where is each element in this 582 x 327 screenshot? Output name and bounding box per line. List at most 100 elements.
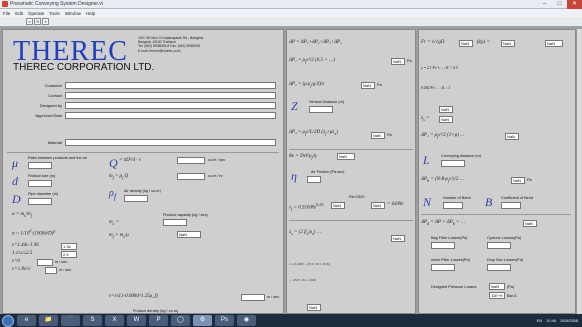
bag-filter-input[interactable] <box>431 242 455 249</box>
taskbar: e 📁 🎵 S X W P ◯ ⚙ Ps ◉ EN 10:46 26/8/255… <box>0 314 582 327</box>
vertical-scrollbar[interactable] <box>576 29 582 314</box>
run-icon[interactable]: ⇨ <box>26 18 33 25</box>
menu-tools[interactable]: Tools <box>49 11 60 16</box>
approved-date-input[interactable] <box>65 111 276 119</box>
B-symbol: B <box>485 195 493 209</box>
dp-bend-output: NaN <box>511 177 525 184</box>
mf-output: NaN <box>177 231 201 238</box>
vs-output <box>241 294 265 301</box>
word-icon[interactable]: W <box>127 315 146 326</box>
pa-unit-2: Pa <box>377 83 382 87</box>
menu-window[interactable]: Window <box>65 11 81 16</box>
air-density-input[interactable] <box>124 195 148 202</box>
dp1-output: NaN <box>391 58 405 65</box>
dp1-formula: ΔP₁ = ρfv²/2 (0.5 + …) <box>289 58 335 64</box>
beta-piecewise: γ = 2.1·Fr/√… ; K < 0.5 <box>421 66 458 70</box>
run-continuous-icon[interactable]: ⟲ <box>34 18 41 25</box>
company-address: 100 / 56 Moo 4 Kanjanapisek Rd., Bangkok… <box>138 36 278 53</box>
lambda-s-output: NaN <box>391 235 405 242</box>
powerpoint-icon[interactable]: P <box>149 315 168 326</box>
divider <box>289 220 413 221</box>
designed-by-label: Designed by <box>39 102 62 108</box>
labview-icon[interactable]: ⚙ <box>193 315 212 326</box>
air-volume-output <box>177 173 205 180</box>
dp-total-formula: ΔP = ΔP₁+ΔP₂+ΔP₃+ΔP₄ <box>289 40 342 45</box>
clock-time[interactable]: 10:46 <box>546 318 556 323</box>
bar-unit: Bar.G <box>507 294 517 298</box>
vertical-distance-input[interactable] <box>309 106 333 113</box>
vs-formula: ν=ε√(1-0.008d^1.25ρ_f) <box>109 294 158 299</box>
air-friction-input[interactable] <box>307 176 321 183</box>
pipe-diameter-label: Pipe diameter (m) <box>28 192 59 196</box>
pa-unit: Pa <box>407 59 412 63</box>
start-button[interactable] <box>2 314 14 327</box>
menu-help[interactable]: Help <box>86 11 95 16</box>
window-title: Pneumatic Conveying System Designer.vi <box>10 1 103 7</box>
drop-box-input[interactable] <box>487 264 511 271</box>
beta-output-2: NaN <box>545 40 563 47</box>
close-icon[interactable]: ✕ <box>567 0 582 9</box>
app-icon[interactable]: ◯ <box>171 315 190 326</box>
inline-filter-input[interactable] <box>431 264 455 271</box>
ratio-input[interactable] <box>28 162 52 169</box>
pipe-diameter-input[interactable] <box>28 198 52 205</box>
N-symbol: N <box>423 195 432 209</box>
designed-by-input[interactable] <box>65 101 276 109</box>
clock-date[interactable]: 26/8/2558 <box>560 318 578 323</box>
c1-output: 1.36 <box>61 243 77 250</box>
pa-label: (Pa) <box>507 285 515 289</box>
coefficient-bend-input[interactable] <box>501 202 521 209</box>
air-volume-unit: cu.m / hr <box>208 174 223 178</box>
lambda-s-eq: λs = <box>421 116 430 122</box>
title-bar: Pneumatic Conveying System Designer.vi –… <box>0 0 582 9</box>
menu-operate[interactable]: Operate <box>28 11 44 16</box>
photoshop-icon[interactable]: Ps <box>215 315 234 326</box>
contact-input[interactable] <box>65 91 276 99</box>
cyclone-input[interactable] <box>487 242 511 249</box>
left-panel: THEREC THEREC CORPORATION LTD. 100 / 56 … <box>2 29 284 325</box>
cyclone-label: Cyclone Losses(Pa) <box>487 236 521 240</box>
number-of-bend-input[interactable] <box>443 202 463 209</box>
vertical-distance-label: Vertical Distance (m) <box>309 100 345 104</box>
menu-bar: File Edit Operate Tools Window Help <box>0 9 582 17</box>
lambda-s-piecewise-2: … 45.6 ≤ K ≤ 2160 <box>289 278 316 282</box>
laminar-coeff: 64 <box>391 202 397 207</box>
eq-zero: ε=0 <box>12 259 20 264</box>
ie-icon[interactable]: e <box>17 315 36 326</box>
mf-formula: mf = ρf Q <box>109 174 129 180</box>
material-input[interactable] <box>65 138 276 146</box>
menu-edit[interactable]: Edit <box>15 11 23 16</box>
customer-input[interactable] <box>65 81 276 89</box>
dp-bend-formula: ΔPb = (N·B·ρfv²)/2 … <box>421 177 465 183</box>
maximize-icon[interactable]: □ <box>552 0 567 9</box>
address-line: E-mail: therec@loxinfo.co.th <box>138 48 181 53</box>
menu-file[interactable]: File <box>3 11 10 16</box>
toolbar: ⇨ ⟲ ⏸ <box>0 17 582 27</box>
minimize-icon[interactable]: – <box>537 0 552 9</box>
product-capacity-input[interactable] <box>163 219 187 226</box>
excel-icon[interactable]: X <box>105 315 124 326</box>
conveying-distance-input[interactable] <box>441 160 465 167</box>
pause-icon[interactable]: ⏸ <box>42 18 49 25</box>
air-velocity-unit: cu.m / sec <box>208 158 226 162</box>
folder-icon[interactable]: 📁 <box>39 315 58 326</box>
beta-piecewise-2: 0.082·Fr/… ; K ≥ 3 <box>421 86 451 90</box>
air-density-label: Air density (kg / cu.m) <box>124 189 161 193</box>
particle-size-input[interactable] <box>28 180 52 187</box>
divider <box>421 214 571 215</box>
mu-symbol: μ <box>12 156 19 170</box>
customer-label: Customer <box>44 82 62 88</box>
mf-formula-2: mf = ms/μ <box>109 233 129 239</box>
media-icon[interactable]: 🎵 <box>61 315 80 326</box>
divider <box>289 149 413 150</box>
chrome-icon[interactable]: ◉ <box>237 315 256 326</box>
eq-epsilon: ε=1.44c-1.96 <box>12 243 39 248</box>
drop-box-label: Drop Box Losses(Pa) <box>487 258 524 262</box>
approved-date-label: Approved Date <box>35 112 62 118</box>
particle-size-label: Partical size (m) <box>28 174 56 178</box>
dp2-output: NaN <box>361 82 375 89</box>
product-capacity-label: Product capacity (kg / sec) <box>163 213 208 217</box>
skype-icon[interactable]: S <box>83 315 102 326</box>
language-indicator[interactable]: EN <box>537 318 543 323</box>
d-symbol: d <box>12 174 18 188</box>
